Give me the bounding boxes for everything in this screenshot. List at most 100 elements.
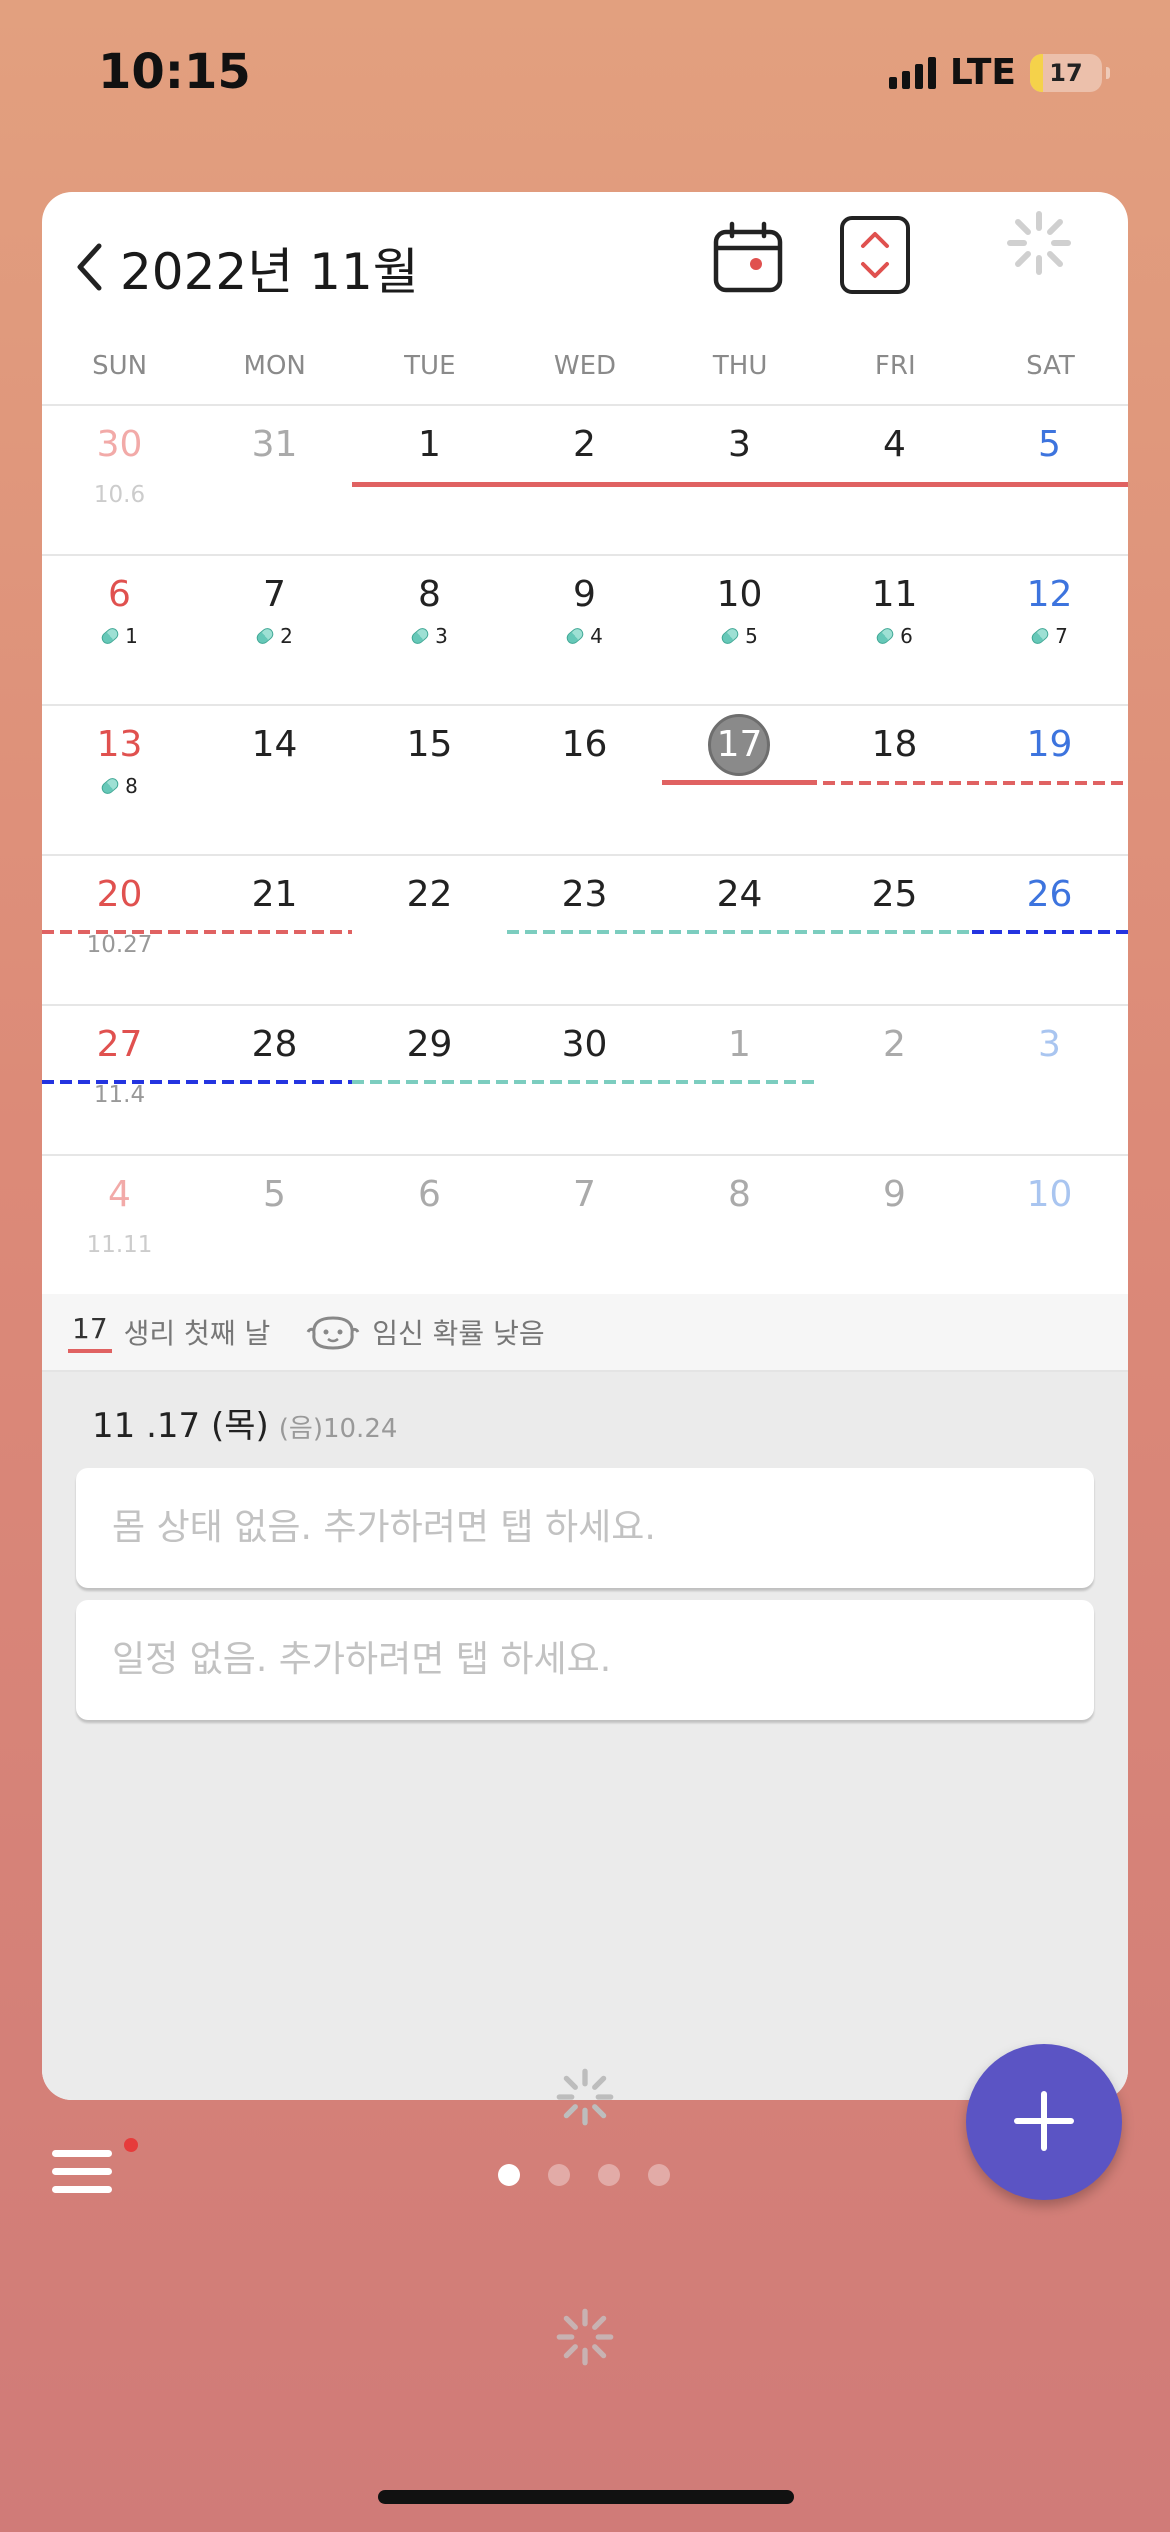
day-cell[interactable]: 83	[352, 556, 507, 706]
weekday-label: WED	[553, 351, 617, 381]
day-cell[interactable]: 3	[662, 406, 817, 556]
day-cell[interactable]: 1	[352, 406, 507, 556]
day-number: 31	[251, 424, 298, 465]
day-number: 16	[561, 724, 608, 765]
home-indicator	[378, 2490, 794, 2504]
day-number: 28	[251, 1024, 298, 1065]
weekday-label: SUN	[92, 351, 148, 381]
day-cell[interactable]: 61	[42, 556, 197, 706]
period-line	[352, 482, 1128, 487]
day-number: 30	[96, 424, 143, 465]
period-line	[662, 780, 817, 785]
day-number: 30	[561, 1024, 608, 1065]
day-cell[interactable]: 15	[352, 706, 507, 856]
day-cell[interactable]: 10	[972, 1156, 1127, 1306]
add-condition-field[interactable]: 몸 상태 없음. 추가하려면 탭 하세요.	[76, 1468, 1094, 1588]
view-toggle-button[interactable]	[840, 216, 910, 294]
pill-icon	[874, 625, 896, 647]
day-number: 4	[108, 1174, 131, 1215]
status-time: 10:15	[98, 44, 251, 100]
add-button[interactable]	[966, 2044, 1122, 2200]
day-cell[interactable]: 5	[972, 406, 1127, 556]
battery-level: 17	[1049, 58, 1083, 87]
calendar-week: 20 10.27 21 22 23 24 25 26	[42, 856, 1128, 1006]
weekday-label: MON	[243, 351, 306, 381]
weekday-label: SAT	[1026, 351, 1075, 381]
weekday-label: TUE	[404, 351, 456, 381]
chevron-left-icon	[77, 243, 102, 291]
calendar-today-button[interactable]	[710, 220, 786, 296]
pill-icon	[409, 625, 431, 647]
day-number: 7	[263, 574, 286, 615]
predicted-period-line	[42, 930, 352, 934]
day-cell[interactable]: 6	[352, 1156, 507, 1306]
selected-date: 11 .17 (목) (음)10.24	[92, 1398, 397, 1447]
day-number: 19	[1026, 724, 1073, 765]
day-cell[interactable]: 8	[662, 1156, 817, 1306]
page-indicator[interactable]	[498, 2164, 670, 2186]
day-detail-panel: 11 .17 (목) (음)10.24 몸 상태 없음. 추가하려면 탭 하세요.…	[42, 1372, 1128, 2100]
pregnancy-chance-label: 임신 확률 낮음	[372, 1317, 545, 1350]
page-dot	[648, 2164, 670, 2186]
pill-marker: 5	[662, 624, 817, 648]
day-cell[interactable]: 22	[352, 856, 507, 1006]
cycle-info-bar: 17 생리 첫째 날 임신 확률 낮음	[42, 1294, 1128, 1372]
pill-icon	[564, 625, 586, 647]
pill-marker: 1	[42, 624, 197, 648]
day-cell[interactable]: 72	[197, 556, 352, 706]
day-number: 9	[573, 574, 596, 615]
prev-month-button[interactable]	[64, 232, 114, 302]
day-cell[interactable]: 3	[972, 1006, 1127, 1156]
fertile-window-line	[352, 1080, 817, 1084]
pill-icon	[1029, 625, 1051, 647]
day-number: 21	[251, 874, 298, 915]
add-schedule-field[interactable]: 일정 없음. 추가하려면 탭 하세요.	[76, 1600, 1094, 1720]
day-cell[interactable]: 12 7	[972, 556, 1127, 706]
day-cell[interactable]: 30 10.6	[42, 406, 197, 556]
day-number: 17	[716, 724, 763, 765]
day-number: 3	[728, 424, 751, 465]
pill-count: 3	[435, 624, 448, 648]
day-number: 24	[716, 874, 763, 915]
loading-spinner-icon	[1007, 211, 1071, 275]
pill-icon	[99, 625, 121, 647]
day-cell[interactable]: 2	[507, 406, 662, 556]
page-dot	[548, 2164, 570, 2186]
day-cell[interactable]: 4 11.11	[42, 1156, 197, 1306]
day-cell[interactable]: 14	[197, 706, 352, 856]
lunar-date: 10.6	[93, 482, 146, 508]
month-title[interactable]: 2022년 11월	[120, 232, 419, 304]
pill-marker: 4	[507, 624, 662, 648]
day-cell[interactable]: 13 8	[42, 706, 197, 856]
day-number: 10	[1026, 1174, 1073, 1215]
day-number: 29	[406, 1024, 453, 1065]
day-number: 27	[96, 1024, 143, 1065]
pill-icon	[719, 625, 741, 647]
day-number: 1	[418, 424, 441, 465]
day-cell[interactable]: 5	[197, 1156, 352, 1306]
day-number: 10	[716, 574, 763, 615]
day-number: 11	[871, 574, 918, 615]
lunar-date: 10.27	[86, 932, 153, 958]
day-cell[interactable]: 31	[197, 406, 352, 556]
baby-face-icon	[306, 1316, 360, 1350]
day-cell[interactable]: 94	[507, 556, 662, 706]
day-cell[interactable]: 4	[817, 406, 972, 556]
day-cell[interactable]: 7	[507, 1156, 662, 1306]
day-number: 8	[728, 1174, 751, 1215]
day-cell[interactable]: 11 6	[817, 556, 972, 706]
lunar-date: 11.11	[86, 1232, 153, 1258]
weekday-label: THU	[712, 351, 768, 381]
menu-button[interactable]	[52, 2138, 138, 2198]
day-cell[interactable]: 9	[817, 1156, 972, 1306]
day-cell[interactable]: 2	[817, 1006, 972, 1156]
day-number: 12	[1026, 574, 1073, 615]
day-cell[interactable]: 10 5	[662, 556, 817, 706]
day-number: 2	[883, 1024, 906, 1065]
weekday-header: SUN MON TUE WED THU FRI SAT	[42, 342, 1128, 406]
calendar-icon	[713, 221, 783, 293]
day-number: 3	[1038, 1024, 1061, 1065]
pill-count: 5	[745, 624, 758, 648]
pill-count: 2	[280, 624, 293, 648]
day-cell[interactable]: 16	[507, 706, 662, 856]
